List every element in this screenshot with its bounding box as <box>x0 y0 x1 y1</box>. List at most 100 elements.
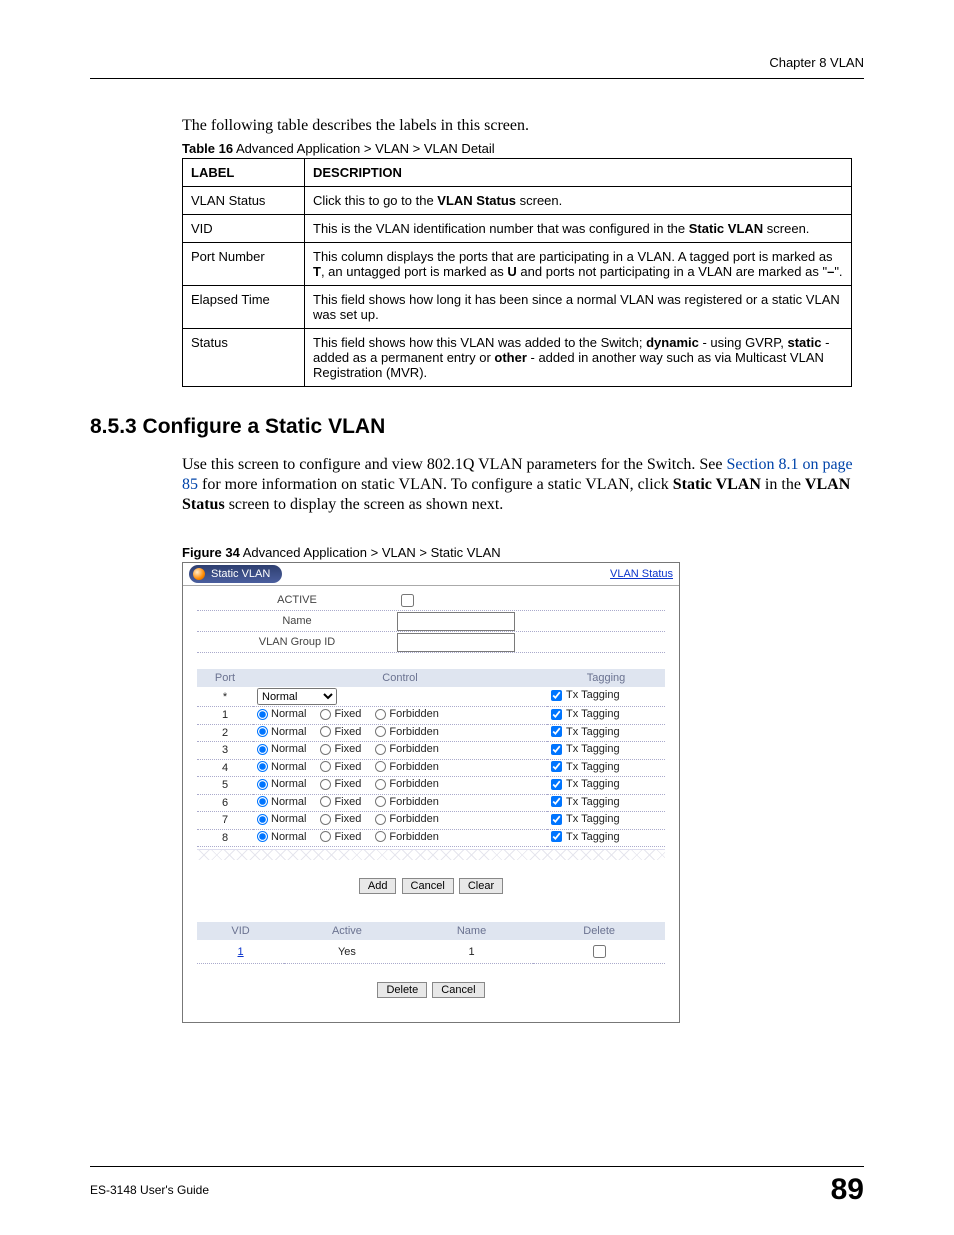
txtagging-checkbox[interactable] <box>551 744 562 755</box>
cell-desc: This field shows how long it has been si… <box>305 286 852 329</box>
radio-normal[interactable] <box>257 796 268 807</box>
radio-forbidden-label: Forbidden <box>389 708 439 720</box>
radio-normal[interactable] <box>257 761 268 772</box>
control-select[interactable]: Normal <box>257 688 337 705</box>
cell-label: Status <box>183 329 305 387</box>
delete-button[interactable]: Delete <box>377 982 427 998</box>
radio-normal-label: Normal <box>271 708 306 720</box>
vlan-status-link[interactable]: VLAN Status <box>610 568 673 580</box>
tab-static-vlan[interactable]: Static VLAN <box>189 565 282 583</box>
vid-link[interactable]: 1 <box>238 946 244 958</box>
radio-normal-label: Normal <box>271 813 306 825</box>
radio-fixed[interactable] <box>320 796 331 807</box>
figure-caption-rest: Advanced Application > VLAN > Static VLA… <box>240 545 501 560</box>
radio-normal[interactable] <box>257 709 268 720</box>
delete-checkbox[interactable] <box>593 945 606 958</box>
radio-normal[interactable] <box>257 744 268 755</box>
port-number: 4 <box>197 759 253 777</box>
txtagging-checkbox[interactable] <box>551 814 562 825</box>
radio-fixed-label: Fixed <box>334 726 361 738</box>
txtagging-checkbox[interactable] <box>551 796 562 807</box>
radio-fixed[interactable] <box>320 726 331 737</box>
radio-forbidden[interactable] <box>375 709 386 720</box>
name-input[interactable] <box>397 612 515 631</box>
cell-name: 1 <box>410 940 534 964</box>
radio-forbidden[interactable] <box>375 744 386 755</box>
txtagging-checkbox[interactable] <box>551 831 562 842</box>
th-description: DESCRIPTION <box>305 159 852 187</box>
radio-fixed-label: Fixed <box>334 761 361 773</box>
section-paragraph: Use this screen to configure and view 80… <box>182 455 864 515</box>
th-active: Active <box>284 922 410 940</box>
control-cell: NormalFixedForbidden <box>253 812 547 830</box>
radio-normal-label: Normal <box>271 796 306 808</box>
th-tagging: Tagging <box>547 669 665 687</box>
footer-page-number: 89 <box>831 1173 864 1207</box>
radio-fixed[interactable] <box>320 814 331 825</box>
txtagging-label: Tx Tagging <box>566 813 620 825</box>
txtagging-label: Tx Tagging <box>566 743 620 755</box>
tagging-cell: Tx Tagging <box>547 707 665 725</box>
port-row: 3NormalFixedForbiddenTx Tagging <box>197 742 665 760</box>
radio-normal-label: Normal <box>271 831 306 843</box>
vlan-group-id-input[interactable] <box>397 633 515 652</box>
port-row: 2NormalFixedForbiddenTx Tagging <box>197 724 665 742</box>
radio-normal[interactable] <box>257 726 268 737</box>
radio-normal-label: Normal <box>271 761 306 773</box>
tab-dot-icon <box>193 568 205 580</box>
radio-forbidden[interactable] <box>375 814 386 825</box>
cell-desc: This is the VLAN identification number t… <box>305 215 852 243</box>
radio-fixed[interactable] <box>320 761 331 772</box>
table-row: Port Number This column displays the por… <box>183 243 852 286</box>
radio-forbidden[interactable] <box>375 831 386 842</box>
active-checkbox[interactable] <box>401 594 414 607</box>
radio-forbidden[interactable] <box>375 796 386 807</box>
tagging-cell: Tx Tagging <box>547 724 665 742</box>
cell-label: VLAN Status <box>183 187 305 215</box>
txtagging-checkbox[interactable] <box>551 779 562 790</box>
th-control: Control <box>253 669 547 687</box>
cancel-button-2[interactable]: Cancel <box>432 982 484 998</box>
vlan-list-table: VID Active Name Delete 1 Yes 1 <box>197 922 665 964</box>
radio-normal[interactable] <box>257 831 268 842</box>
port-row: 4NormalFixedForbiddenTx Tagging <box>197 759 665 777</box>
radio-fixed[interactable] <box>320 831 331 842</box>
radio-normal[interactable] <box>257 814 268 825</box>
radio-forbidden-label: Forbidden <box>389 761 439 773</box>
txtagging-checkbox[interactable] <box>551 690 562 701</box>
txtagging-checkbox[interactable] <box>551 709 562 720</box>
radio-forbidden-label: Forbidden <box>389 743 439 755</box>
table-caption-prefix: Table 16 <box>182 141 233 156</box>
add-button[interactable]: Add <box>359 878 397 894</box>
radio-forbidden-label: Forbidden <box>389 831 439 843</box>
radio-fixed[interactable] <box>320 709 331 720</box>
label-active: ACTIVE <box>197 594 397 606</box>
th-port: Port <box>197 669 253 687</box>
table-row: VLAN Status Click this to go to the VLAN… <box>183 187 852 215</box>
radio-fixed-label: Fixed <box>334 831 361 843</box>
button-row-top: Add Cancel Clear <box>197 860 665 912</box>
cancel-button[interactable]: Cancel <box>402 878 454 894</box>
control-cell: Normal Fixed Forbidden <box>253 759 547 777</box>
txtagging-label: Tx Tagging <box>566 689 620 701</box>
radio-forbidden[interactable] <box>375 779 386 790</box>
txtagging-label: Tx Tagging <box>566 708 620 720</box>
radio-forbidden[interactable] <box>375 761 386 772</box>
port-number: 6 <box>197 794 253 812</box>
radio-fixed[interactable] <box>320 744 331 755</box>
cell-label: Elapsed Time <box>183 286 305 329</box>
port-row: 5NormalFixedForbiddenTx Tagging <box>197 777 665 795</box>
txtagging-checkbox[interactable] <box>551 726 562 737</box>
radio-forbidden[interactable] <box>375 726 386 737</box>
control-cell: NormalFixedForbidden <box>253 794 547 812</box>
txtagging-checkbox[interactable] <box>551 761 562 772</box>
port-row: 6NormalFixedForbiddenTx Tagging <box>197 794 665 812</box>
clear-button[interactable]: Clear <box>459 878 503 894</box>
intro-paragraph: The following table describes the labels… <box>182 117 864 135</box>
cell-delete <box>533 940 665 964</box>
radio-normal[interactable] <box>257 779 268 790</box>
table-row: Elapsed Time This field shows how long i… <box>183 286 852 329</box>
radio-fixed[interactable] <box>320 779 331 790</box>
table-caption-rest: Advanced Application > VLAN > VLAN Detai… <box>233 141 495 156</box>
radio-fixed-label: Fixed <box>334 778 361 790</box>
